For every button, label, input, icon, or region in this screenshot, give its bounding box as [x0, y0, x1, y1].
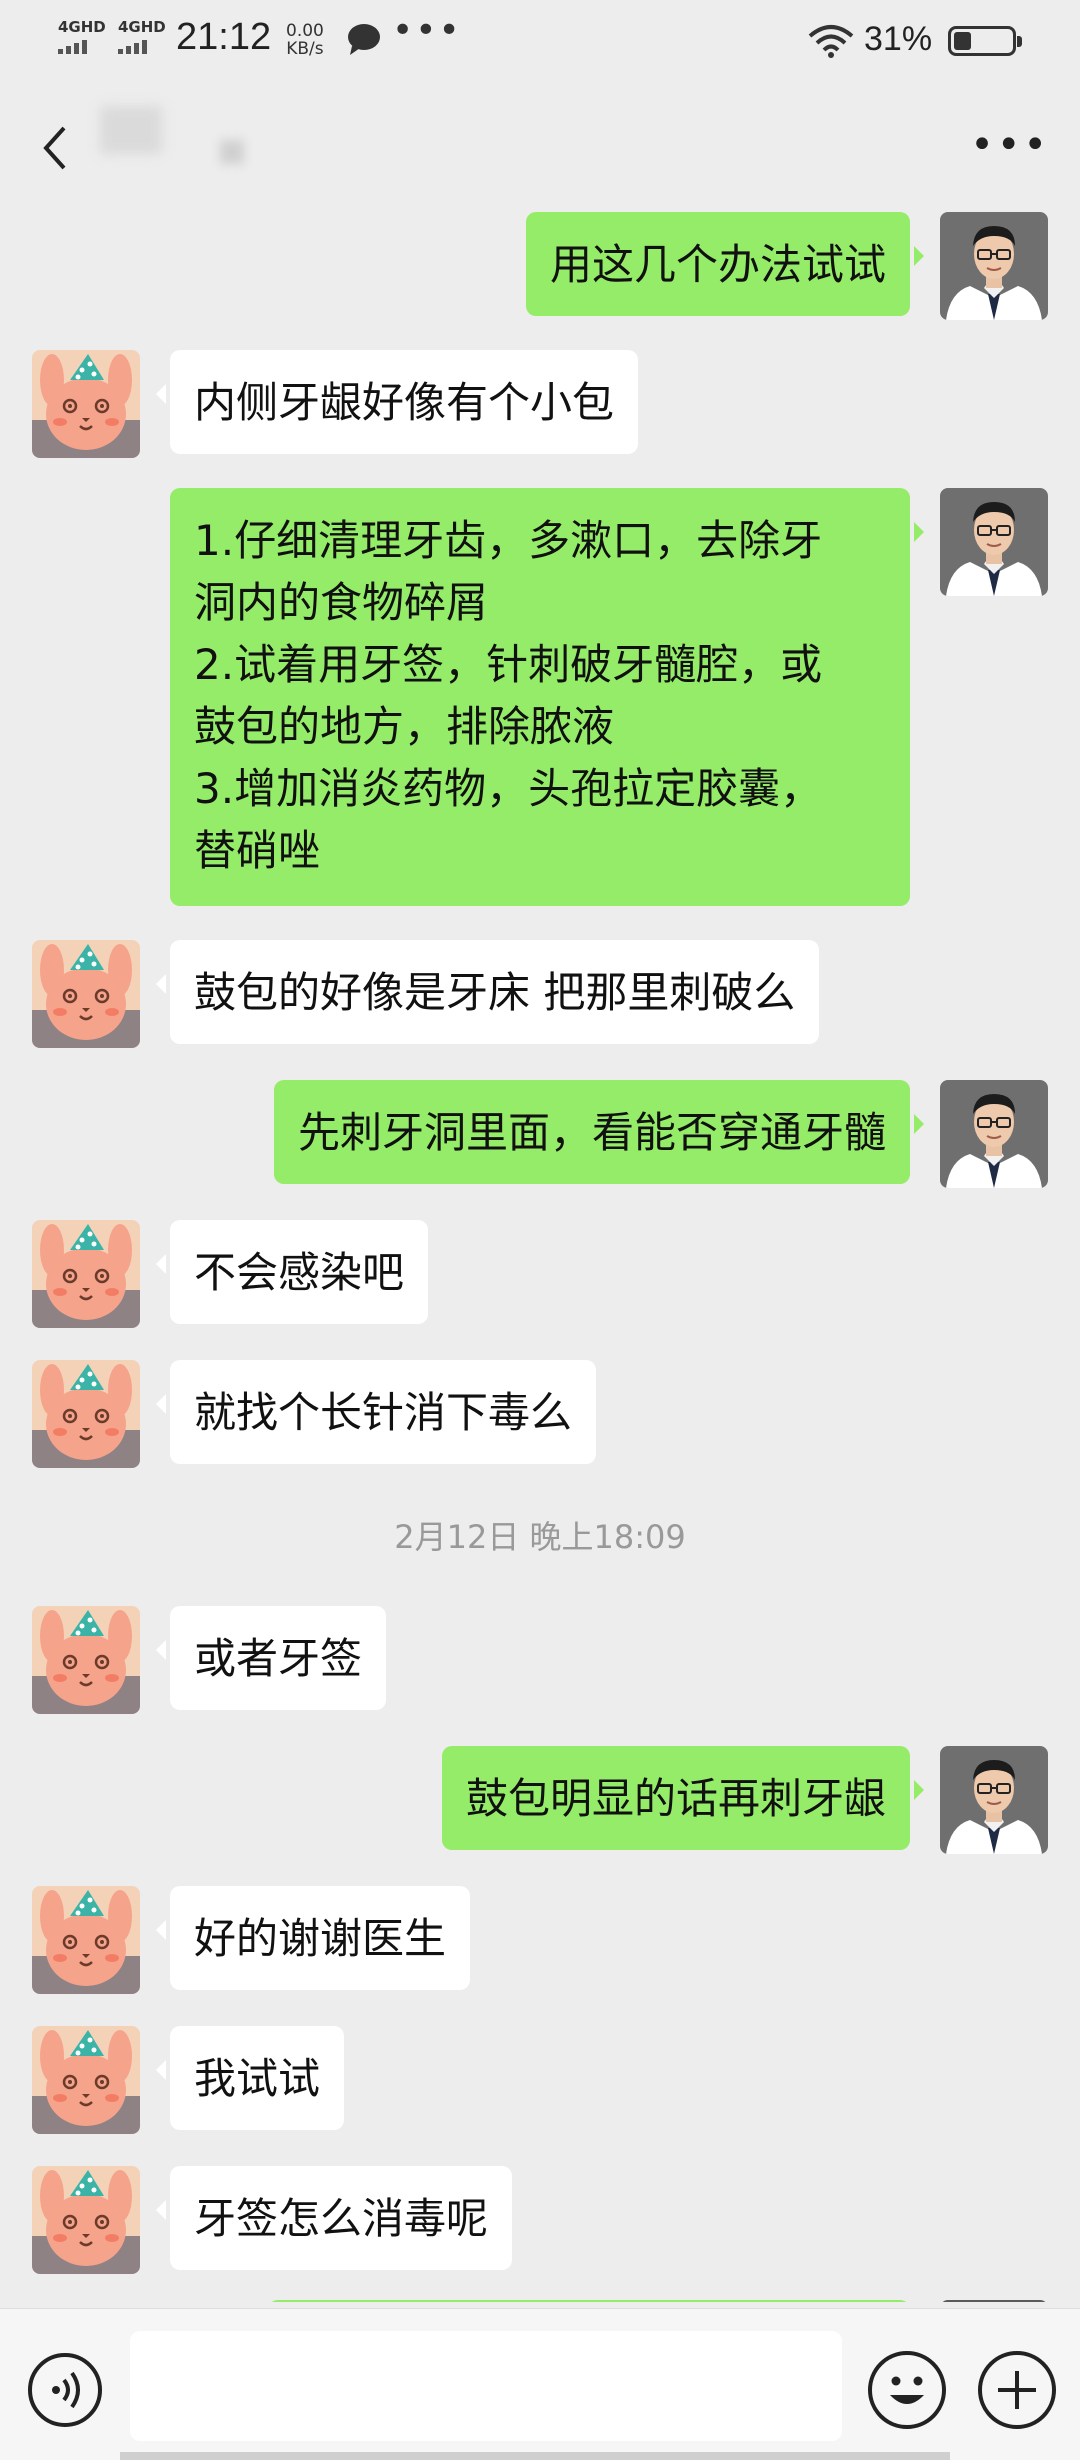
avatar-image: [32, 1220, 140, 1328]
input-bar: [0, 2308, 1080, 2460]
doctor-avatar[interactable]: [940, 212, 1048, 320]
avatar-image: [940, 1746, 1048, 1854]
network-label-2: 4GHD: [118, 18, 166, 36]
doctor-avatar[interactable]: [940, 1080, 1048, 1188]
emoji-button[interactable]: [868, 2351, 946, 2429]
patient-avatar[interactable]: [32, 350, 140, 458]
timestamp-divider: 2月12日 晚上18:09: [394, 1518, 686, 1556]
message-bubble-outgoing[interactable]: 1.仔细清理牙齿，多漱口，去除牙 洞内的食物碎屑 2.试着用牙签，针刺破牙髓腔，…: [170, 488, 924, 906]
more-notifications-icon: •••: [392, 10, 462, 51]
voice-icon: [52, 2371, 80, 2409]
message-bubble-incoming[interactable]: 好的谢谢医生: [155, 1886, 471, 1990]
voice-button[interactable]: [28, 2353, 102, 2427]
message-input[interactable]: [130, 2331, 842, 2441]
avatar-image: [32, 1606, 140, 1714]
battery-icon: [948, 26, 1022, 56]
message-bubble-incoming[interactable]: 不会感染吧: [155, 1220, 429, 1324]
avatar-image: [32, 940, 140, 1048]
network-speed-value: 0.00: [286, 21, 324, 41]
patient-avatar[interactable]: [32, 1220, 140, 1328]
patient-avatar[interactable]: [32, 1886, 140, 1994]
battery-percent: 31%: [864, 20, 933, 58]
status-bar: 4GHD 4GHD 21:12 0.00 KB/s ••• 31%: [0, 0, 1080, 84]
network-label-1: 4GHD: [58, 18, 106, 36]
plus-icon: [998, 2371, 1036, 2409]
patient-avatar[interactable]: [32, 2026, 140, 2134]
patient-avatar[interactable]: [32, 2166, 140, 2274]
message-bubble-incoming[interactable]: 鼓包的好像是牙床 把那里刺破么: [155, 940, 820, 1044]
avatar-image: [940, 212, 1048, 320]
message-bubble-incoming[interactable]: 就找个长针消下毒么: [155, 1360, 597, 1464]
avatar-image: [32, 1886, 140, 1994]
patient-avatar[interactable]: [32, 940, 140, 1048]
network-indicator-2: 4GHD: [118, 20, 166, 55]
avatar-image: [32, 2166, 140, 2274]
more-options-button[interactable]: •••: [970, 122, 1050, 168]
chat-title-obscured: [100, 106, 162, 154]
doctor-avatar-partial[interactable]: [940, 2300, 1048, 2302]
network-speed-unit: KB/s: [286, 39, 324, 59]
signal-bars-icon: [58, 39, 106, 55]
message-list[interactable]: 用这几个办法试试 内侧牙龈好像有个小包 1.仔细清理牙齿，多漱口，去除牙 洞内的…: [0, 212, 1080, 2302]
signal-bars-icon: [118, 39, 166, 55]
back-button[interactable]: [30, 120, 86, 176]
emoji-icon: [890, 2376, 924, 2404]
avatar-image: [940, 1080, 1048, 1188]
doctor-avatar[interactable]: [940, 1746, 1048, 1854]
message-bubble-outgoing[interactable]: 先刺牙洞里面，看能否穿通牙髓: [273, 1080, 925, 1184]
message-bubble-incoming[interactable]: 或者牙签: [155, 1606, 387, 1710]
home-indicator-strip: [120, 2452, 950, 2460]
wifi-icon: [808, 25, 854, 58]
plus-button[interactable]: [978, 2351, 1056, 2429]
clock: 21:12: [176, 16, 272, 58]
message-bubble-outgoing[interactable]: 用这几个办法试试: [525, 212, 925, 316]
battery-fill: [954, 32, 971, 50]
avatar-image: [32, 350, 140, 458]
avatar-image: [32, 1360, 140, 1468]
doctor-avatar[interactable]: [940, 488, 1048, 596]
message-bubble-outgoing[interactable]: 鼓包明显的话再刺牙龈: [441, 1746, 925, 1850]
avatar-image: [940, 488, 1048, 596]
chat-notification-icon: [348, 24, 380, 55]
network-speed: 0.00 KB/s: [286, 22, 324, 58]
patient-avatar[interactable]: [32, 1360, 140, 1468]
message-bubble-incoming[interactable]: 内侧牙龈好像有个小包: [155, 350, 639, 454]
chat-title-obscured-2: [220, 140, 244, 164]
message-bubble-outgoing-partial[interactable]: [268, 2300, 910, 2302]
patient-avatar[interactable]: [32, 1606, 140, 1714]
chevron-left-icon: [43, 126, 66, 170]
message-bubble-incoming[interactable]: 牙签怎么消毒呢: [155, 2166, 513, 2270]
network-indicator-1: 4GHD: [58, 20, 106, 55]
avatar-image: [32, 2026, 140, 2134]
message-bubble-incoming[interactable]: 我试试: [155, 2026, 345, 2130]
title-bar: •••: [0, 84, 1080, 212]
